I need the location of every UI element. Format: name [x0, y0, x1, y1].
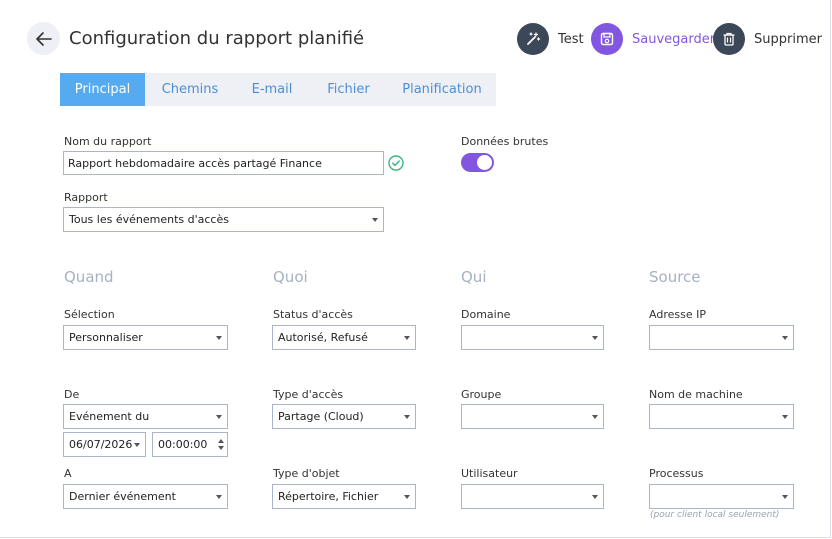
tab-chemins[interactable]: Chemins: [145, 73, 235, 106]
machine-name-label: Nom de machine: [649, 388, 743, 401]
caret-down-icon: [404, 414, 410, 419]
access-status-select[interactable]: Autorisé, Refusé: [272, 325, 416, 350]
from-select-value: Evénement du: [69, 410, 150, 423]
to-select-value: Dernier événement: [69, 490, 176, 503]
caret-down-icon: [404, 335, 410, 340]
ip-address-select[interactable]: [649, 325, 794, 350]
to-select[interactable]: Dernier événement: [63, 484, 228, 509]
caret-down-icon: [592, 494, 598, 499]
tab-principal[interactable]: Principal: [60, 73, 145, 106]
floppy-disk-icon: [591, 23, 623, 55]
magic-wand-icon: [517, 23, 549, 55]
access-status-label: Status d'accès: [273, 308, 353, 321]
time-spinner-value: 00:00:00: [158, 438, 208, 451]
from-select[interactable]: Evénement du: [63, 404, 228, 429]
caret-down-icon: [782, 414, 788, 419]
report-select-value: Tous les événements d'accès: [69, 213, 229, 226]
report-label: Rapport: [64, 191, 108, 204]
trash-icon: [713, 23, 745, 55]
back-button[interactable]: [27, 22, 60, 55]
arrow-left-icon: [35, 31, 52, 46]
date-picker-value: 06/07/2026: [69, 438, 133, 451]
time-spinner[interactable]: 00:00:00: [152, 432, 228, 457]
delete-label: Supprimer: [754, 31, 822, 47]
user-select[interactable]: [461, 484, 604, 509]
test-label: Test: [558, 31, 584, 47]
report-select[interactable]: Tous les événements d'accès: [63, 207, 384, 232]
save-button[interactable]: Sauvegarder: [591, 23, 715, 55]
spin-up-icon[interactable]: [218, 439, 224, 443]
raw-data-toggle[interactable]: [461, 153, 494, 172]
group-label: Groupe: [461, 388, 502, 401]
tab-fichier[interactable]: Fichier: [309, 73, 388, 106]
spin-down-icon[interactable]: [218, 446, 224, 450]
caret-down-icon: [592, 414, 598, 419]
report-name-input[interactable]: Rapport hebdomadaire accès partagé Finan…: [63, 151, 384, 175]
user-label: Utilisateur: [461, 467, 518, 480]
caret-down-icon: [216, 494, 222, 499]
page-title: Configuration du rapport planifié: [69, 28, 365, 49]
selection-select-value: Personnaliser: [69, 331, 143, 344]
caret-down-icon: [216, 414, 222, 419]
selection-select[interactable]: Personnaliser: [63, 325, 228, 350]
object-type-value: Répertoire, Fichier: [278, 490, 379, 503]
caret-down-icon: [216, 335, 222, 340]
check-circle-icon: [388, 155, 404, 171]
report-name-label: Nom du rapport: [64, 135, 152, 148]
to-label: A: [64, 467, 72, 480]
save-label: Sauvegarder: [632, 31, 716, 47]
caret-down-icon: [404, 494, 410, 499]
caret-down-icon: [782, 494, 788, 499]
section-quoi: Quoi: [273, 268, 308, 286]
date-picker[interactable]: 06/07/2026: [63, 432, 146, 457]
section-source: Source: [649, 268, 701, 286]
domain-label: Domaine: [461, 308, 511, 321]
ip-address-label: Adresse IP: [649, 308, 706, 321]
caret-down-icon: [134, 442, 140, 447]
tab-bar: Principal Chemins E-mail Fichier Planifi…: [60, 73, 496, 106]
delete-button[interactable]: Supprimer: [713, 23, 822, 55]
tab-email[interactable]: E-mail: [235, 73, 309, 106]
process-label: Processus: [649, 467, 704, 480]
machine-name-select[interactable]: [649, 404, 794, 429]
object-type-label: Type d'objet: [273, 467, 340, 480]
access-type-value: Partage (Cloud): [278, 410, 364, 423]
section-quand: Quand: [64, 268, 114, 286]
section-qui: Qui: [461, 268, 487, 286]
domain-select[interactable]: [461, 325, 604, 350]
group-select[interactable]: [461, 404, 604, 429]
raw-data-label: Données brutes: [461, 135, 549, 148]
from-label: De: [64, 388, 80, 401]
caret-down-icon: [592, 335, 598, 340]
selection-label: Sélection: [64, 308, 115, 321]
test-button[interactable]: Test: [517, 23, 584, 55]
caret-down-icon: [372, 217, 378, 222]
access-type-select[interactable]: Partage (Cloud): [272, 404, 416, 429]
process-select[interactable]: [649, 484, 794, 509]
object-type-select[interactable]: Répertoire, Fichier: [272, 484, 416, 509]
toggle-knob: [477, 155, 492, 170]
access-type-label: Type d'accès: [273, 388, 344, 401]
access-status-value: Autorisé, Refusé: [278, 331, 368, 344]
caret-down-icon: [782, 335, 788, 340]
process-note: (pour client local seulement): [650, 510, 780, 520]
tab-planification[interactable]: Planification: [388, 73, 496, 106]
